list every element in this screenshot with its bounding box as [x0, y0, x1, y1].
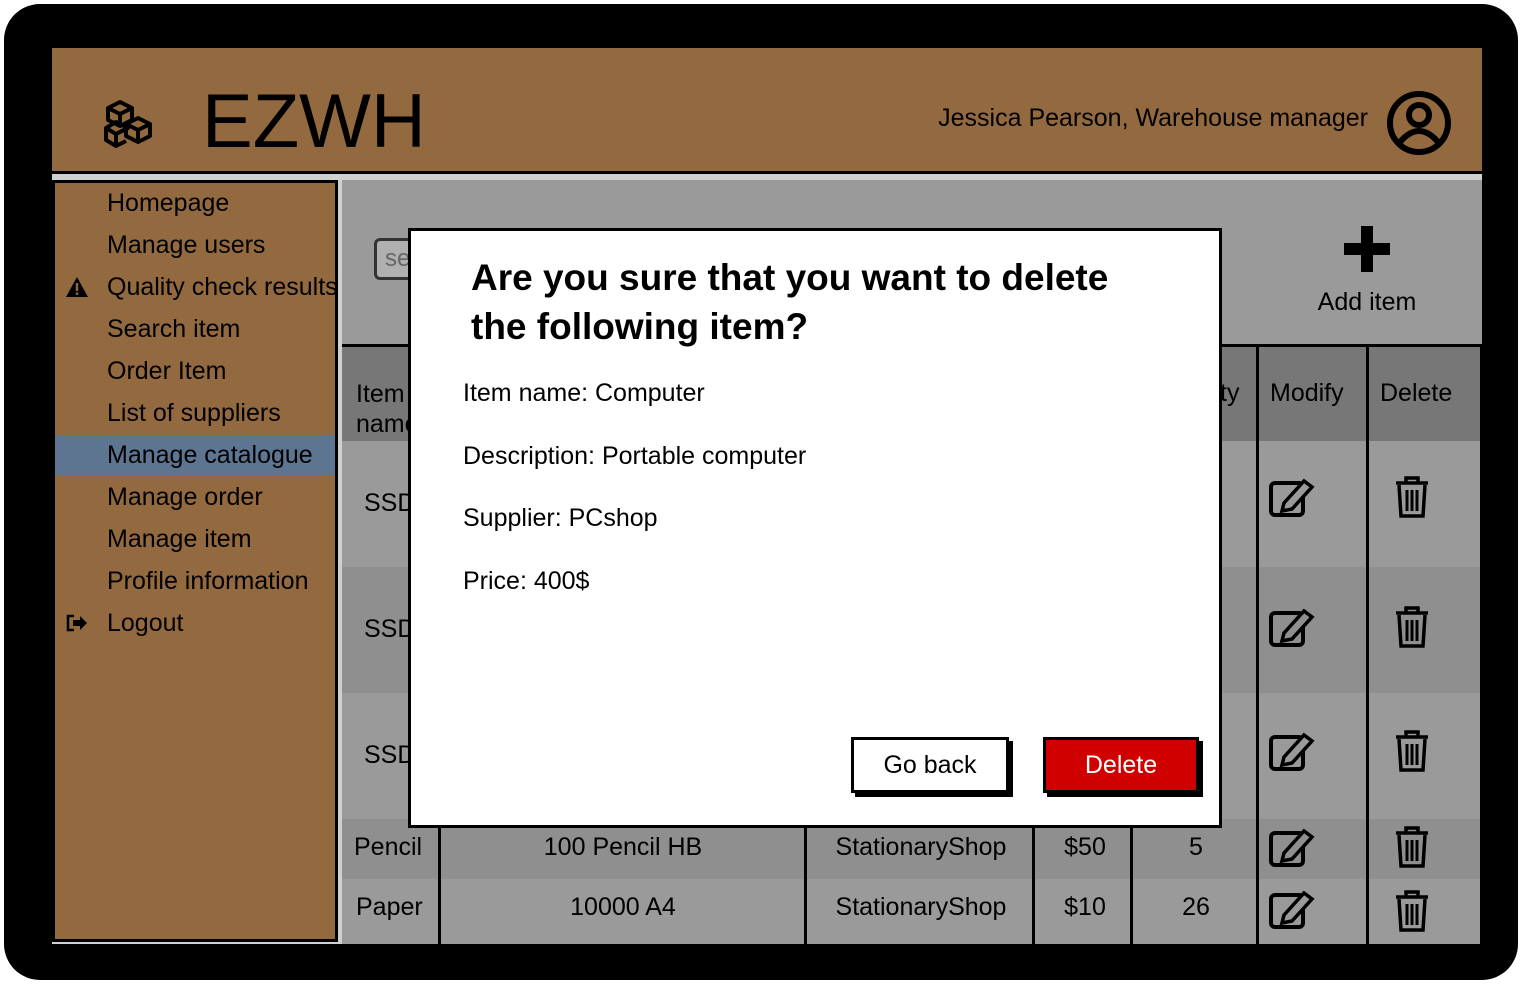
logout-icon — [66, 614, 87, 632]
edit-icon[interactable] — [1268, 887, 1316, 931]
trash-icon[interactable] — [1388, 889, 1436, 933]
cell-description: 100 Pencil HB — [543, 833, 703, 861]
cell-price: $50 — [1064, 833, 1106, 861]
app-header: EZWH Jessica Pearson, Warehouse manager — [52, 48, 1482, 174]
sidebar-item-list-of-suppliers[interactable]: List of suppliers — [55, 393, 335, 433]
cell-price: $10 — [1064, 893, 1106, 921]
dialog-item-name: Item name: Computer — [463, 379, 705, 407]
sidebar-item-label: Profile information — [107, 567, 309, 595]
dialog-description: Description: Portable computer — [463, 442, 807, 470]
edit-icon[interactable] — [1268, 825, 1316, 869]
app-title: EZWH — [202, 79, 426, 164]
sidebar-item-label: List of suppliers — [107, 399, 281, 427]
delete-confirmation-dialog: Are you sure that you want to delete the… — [408, 228, 1222, 828]
plus-icon — [1344, 226, 1390, 272]
sidebar-item-label: Search item — [107, 315, 241, 343]
sidebar-nav: Homepage Manage users Quality check resu… — [52, 180, 338, 942]
trash-icon[interactable] — [1388, 475, 1436, 519]
sidebar-item-logout[interactable]: Logout — [55, 603, 335, 643]
user-name: Jessica Pearson, Warehouse manager — [938, 104, 1368, 132]
cell-item-name: Paper — [356, 893, 423, 921]
sidebar-item-manage-users[interactable]: Manage users — [55, 225, 335, 265]
sidebar-item-label: Order Item — [107, 357, 227, 385]
trash-icon[interactable] — [1388, 729, 1436, 773]
add-item-label: Add item — [1317, 288, 1417, 316]
dialog-price: Price: 400$ — [463, 567, 590, 595]
sidebar-item-manage-item[interactable]: Manage item — [55, 519, 335, 559]
delete-button[interactable]: Delete — [1043, 737, 1199, 793]
cell-quantity: 5 — [1189, 833, 1203, 861]
edit-icon[interactable] — [1268, 729, 1316, 773]
sidebar-item-manage-catalogue[interactable]: Manage catalogue — [55, 435, 335, 475]
cell-item-name: Pencil — [354, 833, 423, 861]
edit-icon[interactable] — [1268, 475, 1316, 519]
cell-quantity: 26 — [1182, 893, 1210, 921]
sidebar-item-label: Manage order — [107, 483, 263, 511]
dialog-title: Are you sure that you want to delete the… — [471, 257, 1109, 347]
sidebar-item-profile-information[interactable]: Profile information — [55, 561, 335, 601]
trash-icon[interactable] — [1388, 605, 1436, 649]
sidebar-item-label: Manage catalogue — [107, 441, 313, 469]
column-header-modify: Modify — [1270, 379, 1344, 407]
sidebar-item-label: Homepage — [107, 189, 230, 217]
sidebar-item-label: Manage users — [107, 231, 266, 259]
column-divider — [1256, 344, 1259, 944]
table-row: Paper 10000 A4 StationaryShop $10 26 — [342, 879, 1482, 944]
cell-supplier: StationaryShop — [835, 833, 1007, 861]
column-header-quantity: ty — [1220, 379, 1240, 407]
device-frame: EZWH Jessica Pearson, Warehouse manager … — [4, 4, 1518, 980]
column-divider — [1480, 344, 1482, 944]
cell-supplier: StationaryShop — [835, 893, 1007, 921]
sidebar-item-label: Manage item — [107, 525, 252, 553]
sidebar-item-homepage[interactable]: Homepage — [55, 183, 335, 223]
column-header-delete: Delete — [1380, 379, 1453, 407]
column-divider — [1366, 344, 1369, 944]
sidebar-item-search-item[interactable]: Search item — [55, 309, 335, 349]
edit-icon[interactable] — [1268, 605, 1316, 649]
boxes-logo-icon — [104, 100, 152, 148]
sidebar-item-quality-check-results[interactable]: Quality check results — [55, 267, 335, 307]
add-item-button[interactable]: Add item — [1304, 224, 1430, 317]
warning-icon — [66, 277, 88, 297]
sidebar-item-label: Logout — [107, 609, 184, 637]
sidebar-item-label: Quality check results — [107, 273, 338, 301]
user-avatar-icon[interactable] — [1386, 90, 1452, 156]
dialog-supplier: Supplier: PCshop — [463, 504, 658, 532]
sidebar-item-order-item[interactable]: Order Item — [55, 351, 335, 391]
table-row: Pencil 100 Pencil HB StationaryShop $50 … — [342, 819, 1482, 879]
trash-icon[interactable] — [1388, 825, 1436, 869]
go-back-button[interactable]: Go back — [851, 737, 1009, 793]
sidebar-item-manage-order[interactable]: Manage order — [55, 477, 335, 517]
cell-description: 10000 A4 — [570, 893, 676, 921]
